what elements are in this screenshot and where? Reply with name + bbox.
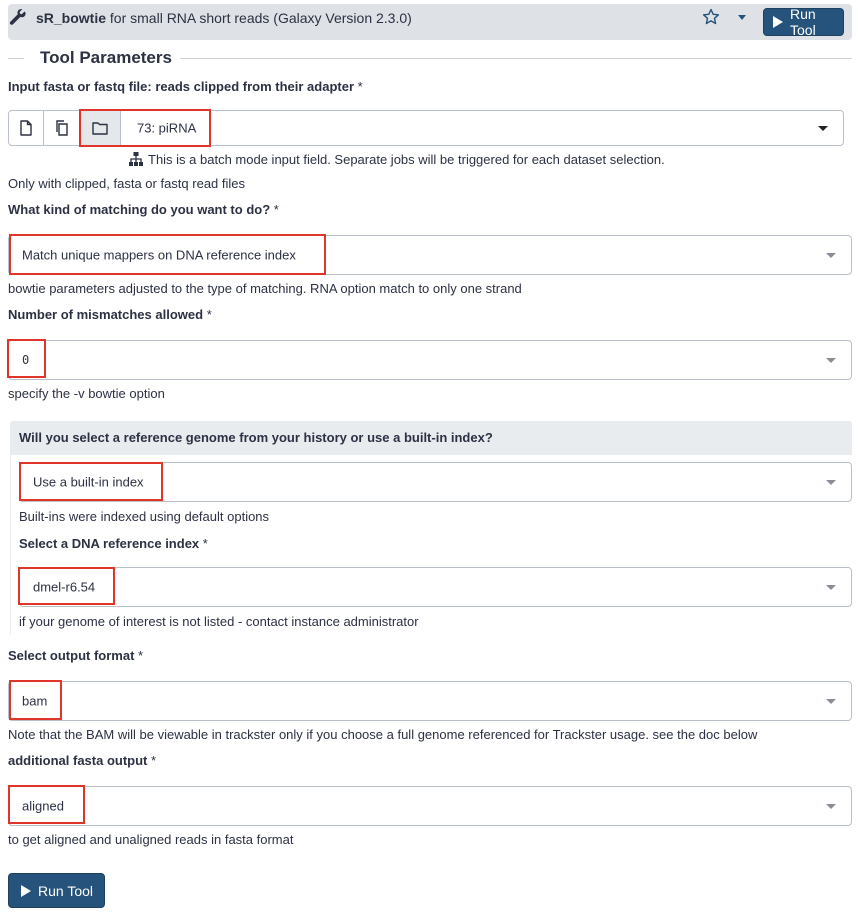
chevron-down-icon bbox=[826, 480, 836, 485]
output-format-value: bam bbox=[22, 693, 48, 709]
star-icon[interactable] bbox=[702, 8, 720, 26]
copy-icon bbox=[55, 120, 68, 136]
output-format-select[interactable]: bam bbox=[8, 681, 852, 721]
matching-help: bowtie parameters adjusted to the type o… bbox=[8, 281, 522, 296]
fasta-output-help: to get aligned and unaligned reads in fa… bbox=[8, 832, 294, 847]
mismatches-select[interactable]: 0 bbox=[8, 340, 852, 380]
tool-title: sR_bowtie for small RNA short reads (Gal… bbox=[36, 10, 412, 26]
run-tool-label: Run Tool bbox=[790, 6, 816, 38]
conditional-border bbox=[10, 455, 11, 635]
reference-source-select[interactable]: Use a built-in index bbox=[19, 462, 852, 502]
dna-index-label-text: Select a DNA reference index bbox=[19, 536, 200, 551]
required-mark: * bbox=[202, 536, 208, 551]
mismatches-help: specify the -v bowtie option bbox=[8, 386, 165, 401]
sitemap-icon bbox=[129, 152, 143, 166]
chevron-down-icon bbox=[818, 126, 828, 131]
dna-index-help: if your genome of interest is not listed… bbox=[19, 614, 419, 629]
output-format-label: Select output format * bbox=[8, 648, 143, 663]
reference-source-label: Will you select a reference genome from … bbox=[19, 430, 493, 445]
multiple-datasets-button[interactable] bbox=[43, 110, 80, 146]
required-mark: * bbox=[357, 79, 363, 94]
required-mark: * bbox=[151, 753, 157, 768]
run-tool-label: Run Tool bbox=[38, 882, 94, 899]
fasta-output-label: additional fasta output * bbox=[8, 753, 156, 768]
input-dataset-select[interactable]: 73: piRNA bbox=[120, 110, 844, 146]
chevron-down-icon bbox=[826, 804, 836, 809]
reference-source-value: Use a built-in index bbox=[33, 474, 144, 490]
section-divider bbox=[8, 58, 24, 59]
input-dataset-value: 73: piRNA bbox=[137, 120, 197, 136]
file-icon bbox=[20, 120, 32, 136]
mismatches-value: 0 bbox=[22, 353, 30, 367]
fasta-output-value: aligned bbox=[22, 798, 64, 814]
tool-name: sR_bowtie bbox=[36, 10, 107, 26]
folder-icon bbox=[92, 122, 108, 135]
mismatches-label: Number of mismatches allowed * bbox=[8, 307, 212, 322]
chevron-down-icon bbox=[826, 358, 836, 363]
dataset-collection-button[interactable] bbox=[79, 110, 121, 146]
run-tool-button-top[interactable]: Run Tool bbox=[763, 6, 844, 38]
wrench-icon bbox=[9, 9, 26, 25]
single-dataset-button[interactable] bbox=[8, 110, 44, 146]
dna-index-value: dmel-r6.54 bbox=[33, 579, 96, 595]
matching-label: What kind of matching do you want to do?… bbox=[8, 202, 279, 217]
required-mark: * bbox=[206, 307, 212, 322]
fasta-output-label-text: additional fasta output bbox=[8, 753, 148, 768]
input-file-label-text: Input fasta or fastq file: reads clipped… bbox=[8, 79, 355, 94]
batch-mode-note: This is a batch mode input field. Separa… bbox=[148, 152, 665, 167]
chevron-down-icon bbox=[826, 253, 836, 258]
output-format-label-text: Select output format bbox=[8, 648, 135, 663]
matching-label-text: What kind of matching do you want to do? bbox=[8, 202, 271, 217]
reference-source-help: Built-ins were indexed using default opt… bbox=[19, 509, 270, 524]
input-file-help: Only with clipped, fasta or fastq read f… bbox=[8, 176, 246, 191]
dna-index-select[interactable]: dmel-r6.54 bbox=[19, 567, 852, 607]
output-format-help: Note that the BAM will be viewable in tr… bbox=[8, 727, 758, 742]
run-tool-button-bottom[interactable]: Run Tool bbox=[8, 873, 105, 908]
caret-down-icon[interactable] bbox=[738, 15, 746, 20]
play-icon bbox=[21, 884, 31, 897]
fasta-output-select[interactable]: aligned bbox=[8, 786, 852, 826]
chevron-down-icon bbox=[826, 585, 836, 590]
required-mark: * bbox=[273, 202, 279, 217]
mismatches-label-text: Number of mismatches allowed bbox=[8, 307, 204, 322]
matching-select[interactable]: Match unique mappers on DNA reference in… bbox=[8, 235, 852, 275]
play-icon bbox=[773, 16, 783, 28]
input-file-label: Input fasta or fastq file: reads clipped… bbox=[8, 79, 363, 94]
chevron-down-icon bbox=[826, 699, 836, 704]
dna-index-label: Select a DNA reference index * bbox=[19, 536, 208, 551]
required-mark: * bbox=[138, 648, 144, 663]
section-divider bbox=[180, 58, 852, 59]
section-title: Tool Parameters bbox=[40, 48, 172, 67]
matching-value: Match unique mappers on DNA reference in… bbox=[22, 247, 296, 263]
tool-description: for small RNA short reads (Galaxy Versio… bbox=[109, 10, 412, 26]
